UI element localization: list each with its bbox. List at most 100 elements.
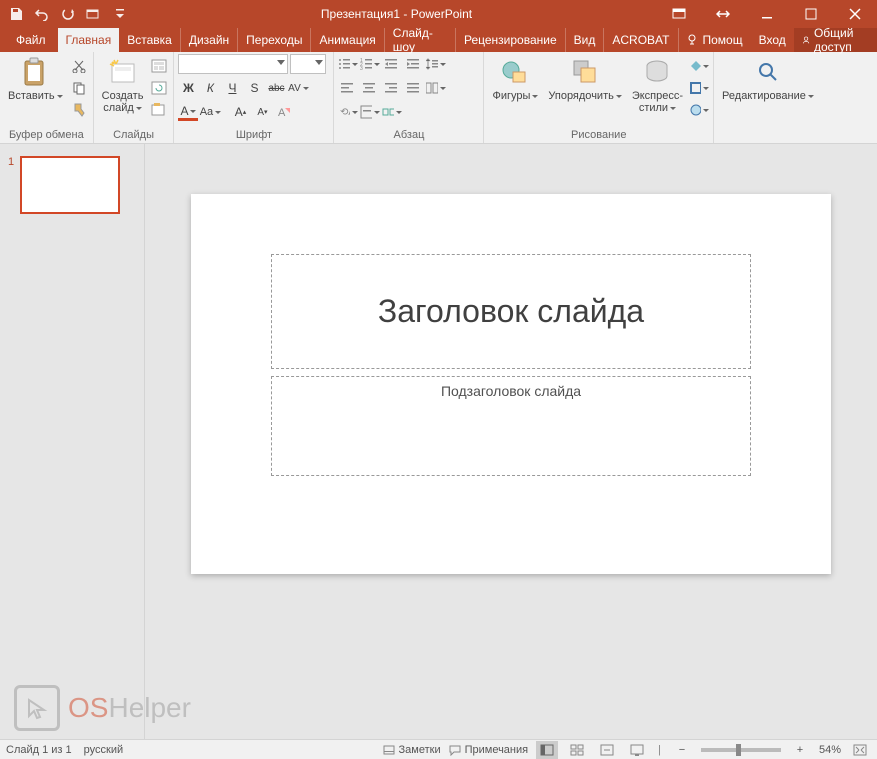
- sign-in-button[interactable]: Вход: [751, 28, 794, 52]
- zoom-out-button[interactable]: −: [671, 741, 693, 759]
- text-direction-button[interactable]: ⟲A: [338, 102, 358, 122]
- slide-canvas-area[interactable]: Заголовок слайда Подзаголовок слайда: [145, 144, 877, 739]
- shapes-label: Фигуры: [492, 90, 538, 102]
- minimize-button[interactable]: [745, 0, 789, 28]
- help-button[interactable]: [701, 0, 745, 28]
- format-painter-button[interactable]: [69, 100, 89, 120]
- start-from-beginning-button[interactable]: [82, 2, 106, 26]
- quick-styles-button[interactable]: Экспресс- стили: [628, 54, 687, 120]
- decrease-indent-button[interactable]: [382, 54, 402, 74]
- save-button[interactable]: [4, 2, 28, 26]
- title-placeholder[interactable]: Заголовок слайда: [271, 254, 751, 369]
- subtitle-placeholder-text: Подзаголовок слайда: [441, 383, 581, 399]
- tab-review[interactable]: Рецензирование: [456, 28, 566, 52]
- smartart-button[interactable]: [382, 102, 402, 122]
- clipboard-icon: [19, 56, 51, 88]
- section-button[interactable]: [149, 100, 169, 120]
- increase-indent-button[interactable]: [404, 54, 424, 74]
- share-label: Общий доступ: [814, 26, 869, 54]
- italic-button[interactable]: К: [200, 78, 220, 98]
- group-font: Ж К Ч S abc AV A Aa A▴ A▾ A Шрифт: [174, 52, 334, 143]
- arrange-button[interactable]: Упорядочить: [544, 54, 625, 120]
- group-drawing: Фигуры Упорядочить Экспресс- стили Рисов…: [484, 52, 714, 143]
- group-slides-label: Слайды: [98, 127, 170, 143]
- status-bar: Слайд 1 из 1 русский Заметки Примечания …: [0, 739, 877, 759]
- bold-button[interactable]: Ж: [178, 78, 198, 98]
- font-color-button[interactable]: A: [178, 103, 198, 121]
- new-slide-button[interactable]: Создать слайд: [98, 54, 148, 120]
- tell-me-button[interactable]: Помощ: [679, 28, 751, 52]
- reading-view-button[interactable]: [596, 741, 618, 759]
- copy-button[interactable]: [69, 78, 89, 98]
- zoom-level[interactable]: 54%: [819, 744, 841, 756]
- bullets-button[interactable]: [338, 54, 358, 74]
- change-case-button[interactable]: Aa: [200, 102, 220, 122]
- paste-button[interactable]: Вставить: [4, 54, 67, 120]
- font-family-combo[interactable]: [178, 54, 288, 74]
- tab-home[interactable]: Главная: [58, 28, 120, 52]
- slide[interactable]: Заголовок слайда Подзаголовок слайда: [191, 194, 831, 574]
- sorter-view-button[interactable]: [566, 741, 588, 759]
- group-drawing-label: Рисование: [488, 127, 709, 143]
- strikethrough-button[interactable]: abc: [266, 78, 286, 98]
- line-spacing-button[interactable]: [426, 54, 446, 74]
- notes-button[interactable]: Заметки: [383, 744, 441, 756]
- ribbon-display-options-button[interactable]: [657, 0, 701, 28]
- underline-button[interactable]: Ч: [222, 78, 242, 98]
- grow-font-button[interactable]: A▴: [230, 102, 250, 122]
- shape-effects-button[interactable]: [689, 100, 709, 120]
- tab-insert[interactable]: Вставка: [119, 28, 181, 52]
- tab-animation[interactable]: Анимация: [311, 28, 384, 52]
- align-right-button[interactable]: [382, 78, 402, 98]
- zoom-in-button[interactable]: +: [789, 741, 811, 759]
- workspace: 1 Заголовок слайда Подзаголовок слайда: [0, 144, 877, 739]
- tab-transitions[interactable]: Переходы: [238, 28, 311, 52]
- find-icon: [752, 56, 784, 88]
- tab-view[interactable]: Вид: [566, 28, 605, 52]
- slide-thumbnail-1[interactable]: 1: [8, 156, 136, 214]
- shape-fill-button[interactable]: [689, 56, 709, 76]
- subtitle-placeholder[interactable]: Подзаголовок слайда: [271, 376, 751, 476]
- shrink-font-button[interactable]: A▾: [252, 102, 272, 122]
- editing-button[interactable]: Редактирование: [718, 54, 818, 120]
- cut-button[interactable]: [69, 56, 89, 76]
- close-button[interactable]: [833, 0, 877, 28]
- slide-thumbnail-panel: 1: [0, 144, 145, 739]
- columns-button[interactable]: [426, 78, 446, 98]
- slide-layout-button[interactable]: [149, 56, 169, 76]
- qat-customize-button[interactable]: [108, 2, 132, 26]
- tab-design[interactable]: Дизайн: [181, 28, 238, 52]
- align-text-button[interactable]: [360, 102, 380, 122]
- normal-view-button[interactable]: [536, 741, 558, 759]
- undo-button[interactable]: [30, 2, 54, 26]
- arrange-icon: [569, 56, 601, 88]
- notes-icon: [383, 744, 395, 756]
- fit-to-window-button[interactable]: [849, 741, 871, 759]
- watermark-helper: Helper: [108, 692, 190, 723]
- tab-file[interactable]: Файл: [4, 28, 58, 52]
- tab-slideshow[interactable]: Слайд-шоу: [385, 28, 456, 52]
- language-indicator[interactable]: русский: [84, 744, 123, 756]
- shapes-button[interactable]: Фигуры: [488, 54, 542, 120]
- char-spacing-button[interactable]: AV: [288, 78, 308, 98]
- clear-formatting-button[interactable]: A: [274, 102, 294, 122]
- zoom-slider[interactable]: [701, 748, 781, 752]
- shape-outline-button[interactable]: [689, 78, 709, 98]
- justify-button[interactable]: [404, 78, 424, 98]
- maximize-button[interactable]: [789, 0, 833, 28]
- tab-acrobat[interactable]: ACROBAT: [604, 28, 678, 52]
- arrange-label: Упорядочить: [548, 90, 621, 102]
- font-size-combo[interactable]: [290, 54, 326, 74]
- group-editing: Редактирование: [714, 52, 822, 143]
- shadow-button[interactable]: S: [244, 78, 264, 98]
- slide-indicator[interactable]: Слайд 1 из 1: [6, 744, 72, 756]
- slideshow-view-button[interactable]: [626, 741, 648, 759]
- reset-slide-button[interactable]: [149, 78, 169, 98]
- share-button[interactable]: Общий доступ: [794, 28, 877, 52]
- redo-button[interactable]: [56, 2, 80, 26]
- comments-button[interactable]: Примечания: [449, 744, 529, 756]
- numbering-button[interactable]: 123: [360, 54, 380, 74]
- align-left-button[interactable]: [338, 78, 358, 98]
- group-clipboard: Вставить Буфер обмена: [0, 52, 94, 143]
- align-center-button[interactable]: [360, 78, 380, 98]
